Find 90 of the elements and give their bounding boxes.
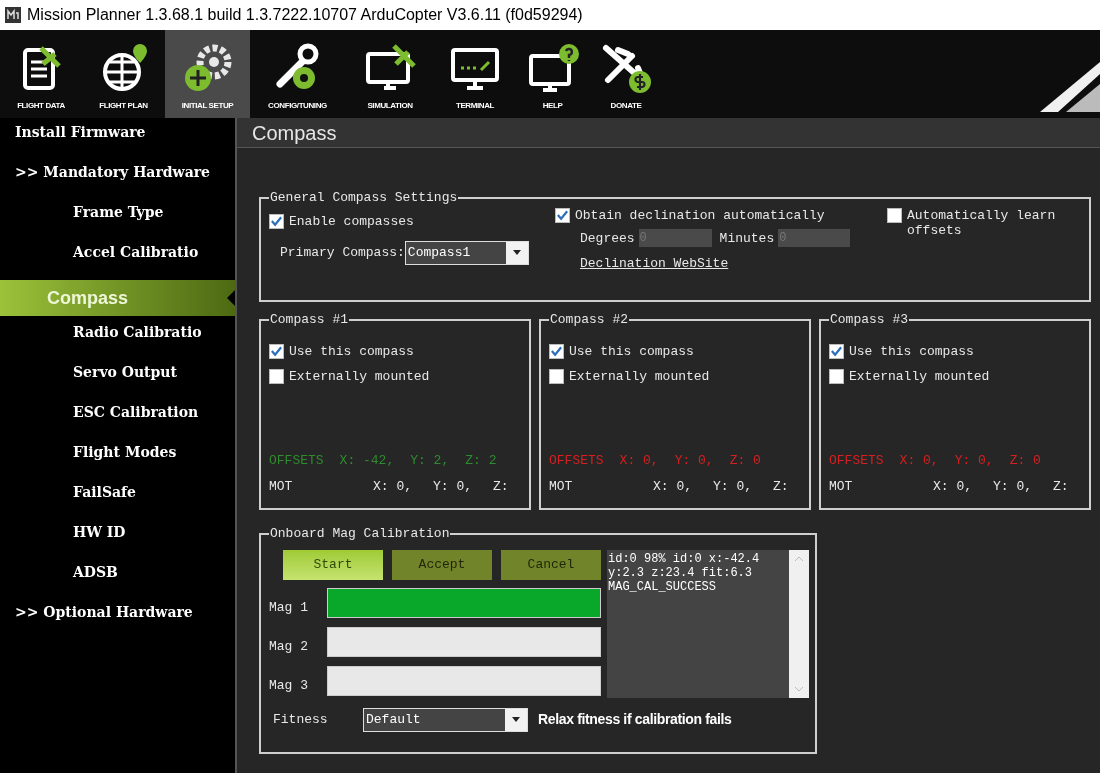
checkbox-label: Externally mounted bbox=[569, 368, 710, 384]
checkbox-label: Obtain declination automatically bbox=[575, 207, 825, 223]
declination-link[interactable]: Declination WebSite bbox=[555, 254, 887, 274]
fitness-dropdown[interactable]: Default bbox=[363, 707, 528, 732]
offset-value: OFFSETS bbox=[549, 452, 604, 470]
compass-dropdown[interactable]: Compass1 bbox=[404, 240, 529, 265]
sidebar-item[interactable]: HW ID bbox=[0, 518, 235, 558]
sidebar-item[interactable]: ADSB bbox=[0, 558, 235, 598]
checkbox[interactable] bbox=[269, 213, 284, 229]
checkbox-label: Externally mounted bbox=[289, 368, 430, 384]
checkbox[interactable] bbox=[887, 207, 902, 223]
offset-value: Z: 0 bbox=[729, 452, 761, 470]
scrollbar[interactable] bbox=[789, 549, 809, 698]
offset-value: Y: 2, bbox=[410, 452, 450, 470]
mag-label: Mag 3 bbox=[269, 677, 309, 695]
mag-label: Mag 2 bbox=[269, 638, 309, 656]
mot-value: MOT bbox=[269, 477, 294, 496]
toolbar-button[interactable]: SIMULATION bbox=[345, 30, 435, 118]
group-title: Compass #3 bbox=[829, 312, 909, 329]
window-title: Mission Planner 1.3.68.1 build 1.3.7222.10707 ArduCopter V3.6.11 (f0d59294) bbox=[27, 5, 583, 25]
scroll-up-icon bbox=[794, 555, 804, 562]
relax-label: Relax fitness if calibration fails bbox=[538, 710, 732, 729]
mot-value: X: 0, bbox=[373, 477, 413, 496]
checkbox-label: Use this compass bbox=[849, 343, 974, 359]
sidebar-item[interactable]: Servo Output bbox=[0, 358, 235, 398]
checkbox[interactable] bbox=[829, 343, 844, 359]
checkbox-label: Automatically learn offsets bbox=[907, 207, 1057, 238]
caret-icon bbox=[512, 717, 520, 722]
toolbar-button[interactable]: CONFIG/TUNING bbox=[250, 30, 345, 118]
group-title: Compass #1 bbox=[269, 312, 349, 329]
mot-value: X: 0, bbox=[653, 477, 693, 496]
mot-value: Z: bbox=[1053, 477, 1069, 496]
mot-value: Y: 0, bbox=[433, 477, 473, 496]
offset-value: X: 0, bbox=[619, 452, 659, 470]
offset-value: Z: 2 bbox=[465, 452, 497, 470]
checkbox[interactable] bbox=[269, 368, 284, 384]
offset-value: Y: 0, bbox=[674, 452, 714, 470]
mot-value: MOT bbox=[549, 477, 574, 496]
sidebar-item[interactable]: >> Optional Hardware bbox=[0, 598, 235, 638]
app-icon bbox=[5, 7, 21, 23]
log-line: id:0 98% id:0 x:-42.4 bbox=[608, 551, 761, 566]
log-line: y:2.3 z:23.4 fit:6.3 bbox=[608, 565, 754, 580]
offset-value: OFFSETS bbox=[269, 452, 324, 470]
checkbox-label: Use this compass bbox=[569, 343, 694, 359]
mot-value: Y: 0, bbox=[993, 477, 1033, 496]
checkbox-label: Externally mounted bbox=[849, 368, 990, 384]
sidebar-item[interactable]: FailSafe bbox=[0, 478, 235, 518]
checkbox[interactable] bbox=[549, 343, 564, 359]
calibration-button[interactable]: Start bbox=[283, 549, 383, 580]
toolbar-button[interactable]: FLIGHT PLAN bbox=[82, 30, 165, 118]
checkbox[interactable] bbox=[555, 207, 570, 223]
mot-value: MOT bbox=[829, 477, 854, 496]
sidebar-item[interactable]: ESC Calibration bbox=[0, 398, 235, 438]
offset-value: X: 0, bbox=[899, 452, 939, 470]
field-label: Degrees bbox=[580, 229, 635, 248]
toolbar-button[interactable]: DONATE bbox=[590, 30, 662, 118]
sidebar-item[interactable]: Radio Calibratio bbox=[0, 318, 235, 358]
sidebar-item[interactable]: >> Mandatory Hardware bbox=[0, 158, 235, 198]
mot-value: Z: bbox=[773, 477, 789, 496]
checkbox[interactable] bbox=[549, 368, 564, 384]
mot-value: Z: bbox=[493, 477, 509, 496]
checkbox-label: Enable compasses bbox=[289, 213, 414, 229]
mag-label: Mag 1 bbox=[269, 599, 309, 617]
scroll-down-icon bbox=[794, 685, 804, 692]
sidebar-item[interactable]: Frame Type bbox=[0, 198, 235, 238]
offset-value: Y: 0, bbox=[954, 452, 994, 470]
sidebar-item[interactable]: Flight Modes bbox=[0, 438, 235, 478]
sidebar-item[interactable]: Install Firmware bbox=[0, 118, 235, 158]
page-title: Compass bbox=[237, 118, 1100, 148]
group-title: General Compass Settings bbox=[269, 189, 459, 207]
mot-value: X: 0, bbox=[933, 477, 973, 496]
toolbar-button[interactable]: FLIGHT DATA bbox=[0, 30, 82, 118]
field-label: Primary Compass: bbox=[280, 243, 405, 262]
checkbox[interactable] bbox=[829, 368, 844, 384]
toolbar-button[interactable]: INITIAL SETUP bbox=[165, 30, 250, 118]
mot-value: Y: 0, bbox=[713, 477, 753, 496]
group-title: Onboard Mag Calibration bbox=[269, 525, 451, 543]
field-label: Fitness bbox=[273, 710, 329, 729]
sidebar-item[interactable]: Accel Calibratio bbox=[0, 238, 235, 278]
field-label: Minutes bbox=[719, 229, 775, 248]
offset-value: X: -42, bbox=[339, 452, 395, 470]
toolbar-button[interactable]: HELP bbox=[515, 30, 590, 118]
checkbox[interactable] bbox=[269, 343, 284, 359]
offset-value: Z: 0 bbox=[1009, 452, 1041, 470]
offset-value: OFFSETS bbox=[829, 452, 884, 470]
caret-icon bbox=[512, 250, 521, 255]
log-line: MAG_CAL_SUCCESS bbox=[608, 579, 718, 594]
checkbox-label: Use this compass bbox=[289, 343, 414, 359]
toolbar-button[interactable]: TERMINAL bbox=[435, 30, 515, 118]
group-title: Compass #2 bbox=[549, 312, 629, 329]
